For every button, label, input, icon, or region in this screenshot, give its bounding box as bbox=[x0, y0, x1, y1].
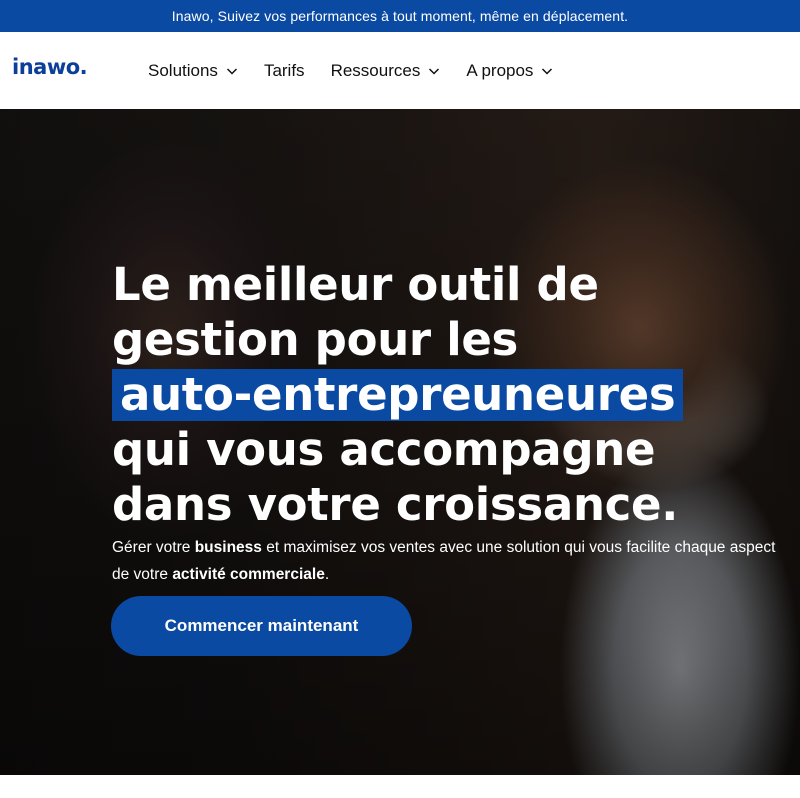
chevron-down-icon bbox=[428, 65, 440, 77]
inawo-logo[interactable]: inawo. bbox=[12, 55, 88, 79]
nav-item-a-propos[interactable]: A propos bbox=[466, 61, 553, 81]
subtext-part: . bbox=[324, 566, 330, 583]
headline-line: dans votre croissance. bbox=[112, 478, 679, 531]
headline-line: Le meilleur outil de bbox=[112, 258, 599, 311]
nav-item-label: A propos bbox=[466, 60, 534, 80]
start-now-button[interactable]: Commencer maintenant bbox=[111, 596, 412, 656]
subtext-part: Gérer votre bbox=[112, 539, 195, 556]
nav-item-label: Tarifs bbox=[263, 60, 305, 80]
subtext-bold: business bbox=[194, 539, 262, 556]
hero-subtext: Gérer votre business et maximisez vos ve… bbox=[112, 534, 792, 588]
announcement-bar: Inawo, Suivez vos performances à tout mo… bbox=[0, 0, 800, 32]
headline-line: qui vous accompagne bbox=[112, 423, 656, 476]
chevron-down-icon bbox=[226, 65, 238, 77]
nav-item-solutions[interactable]: Solutions bbox=[148, 61, 238, 81]
hero-section: Le meilleur outil de gestion pour les au… bbox=[0, 109, 800, 775]
subtext-bold: activité commerciale bbox=[172, 566, 325, 583]
chevron-down-icon bbox=[541, 65, 553, 77]
announcement-text: Inawo, Suivez vos performances à tout mo… bbox=[171, 8, 629, 24]
headline-highlight: auto-entrepreuneures bbox=[112, 369, 684, 421]
headline-line: gestion pour les bbox=[112, 313, 519, 366]
nav-item-tarifs[interactable]: Tarifs bbox=[264, 61, 305, 81]
hero-headline: Le meilleur outil de gestion pour les au… bbox=[112, 257, 752, 532]
nav-menu: Solutions Tarifs Ressources A propos bbox=[148, 32, 579, 109]
main-navigation: inawo. Solutions Tarifs Ressources A pro… bbox=[0, 32, 800, 109]
nav-item-label: Solutions bbox=[148, 60, 218, 80]
nav-item-label: Ressources bbox=[330, 60, 421, 80]
nav-item-ressources[interactable]: Ressources bbox=[331, 61, 441, 81]
